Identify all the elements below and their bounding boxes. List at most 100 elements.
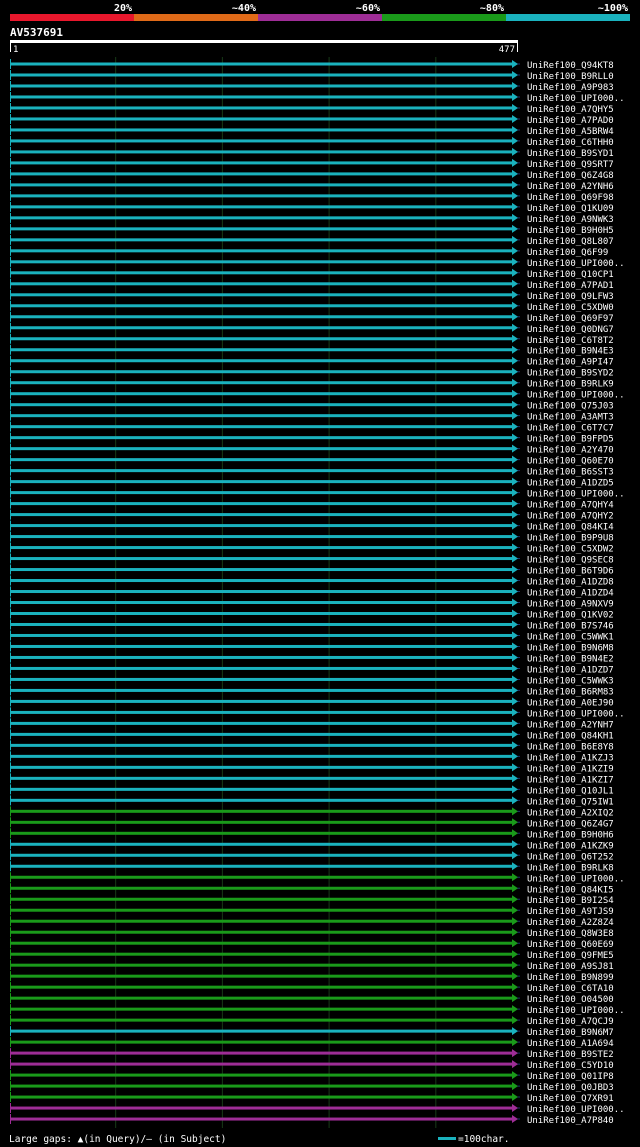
hit-row[interactable]: UniRef100_A9SJ81 [10, 960, 614, 972]
hit-label[interactable]: UniRef100_A9NWK3 [527, 215, 614, 225]
hit-label[interactable]: UniRef100_B9N6M7 [527, 1028, 614, 1038]
hit-row[interactable]: UniRef100_C6T8T2 [10, 333, 614, 346]
hit-row[interactable]: UniRef100_Q84KI5 [10, 883, 614, 895]
hit-row[interactable]: UniRef100_A1DZD8 [10, 575, 614, 588]
hit-label[interactable]: UniRef100_Q9FME5 [527, 951, 614, 961]
hit-label[interactable]: UniRef100_Q7XR91 [527, 1094, 614, 1104]
hit-row[interactable]: UniRef100_A1KZI7 [10, 773, 614, 785]
hit-row[interactable]: UniRef100_Q0JBD3 [10, 1081, 614, 1093]
hit-row[interactable]: UniRef100_C6THH0 [10, 135, 614, 148]
hit-row[interactable]: UniRef100_B9RLK9 [10, 377, 614, 390]
hit-row[interactable]: UniRef100_Q8W3E8 [10, 927, 614, 939]
hit-label[interactable]: UniRef100_C6T8T2 [527, 336, 614, 346]
hit-label[interactable]: UniRef100_Q10CP1 [527, 270, 614, 280]
hit-row[interactable]: UniRef100_B9I2S4 [10, 894, 614, 906]
hit-row[interactable]: UniRef100_A2XIQ2 [10, 806, 614, 818]
hit-label[interactable]: UniRef100_B9FPD5 [527, 435, 614, 445]
hit-label[interactable]: UniRef100_A7QHY5 [527, 105, 614, 115]
hit-label[interactable]: UniRef100_Q84KH1 [527, 731, 614, 741]
hit-row[interactable]: UniRef100_Q8L807 [10, 234, 614, 247]
hit-label[interactable]: UniRef100_Q01IP8 [527, 1072, 614, 1082]
hit-row[interactable]: UniRef100_Q69F97 [10, 311, 614, 324]
hit-label[interactable]: UniRef100_B9STE2 [527, 1050, 614, 1060]
hit-label[interactable]: UniRef100_A1DZD8 [527, 578, 614, 588]
hit-row[interactable]: UniRef100_Q01IP8 [10, 1070, 614, 1082]
hit-label[interactable]: UniRef100_A3AMT3 [527, 413, 614, 423]
hit-row[interactable]: UniRef100_A7QHY2 [10, 509, 614, 522]
hit-label[interactable]: UniRef100_Q6Z4G7 [527, 819, 614, 829]
hit-label[interactable]: UniRef100_Q69F97 [527, 314, 614, 324]
hit-label[interactable]: UniRef100_Q60E69 [527, 940, 614, 950]
hit-label[interactable]: UniRef100_A7QHY4 [527, 501, 614, 511]
hit-row[interactable]: UniRef100_Q6F99 [10, 245, 608, 258]
hit-label[interactable]: UniRef100_A1KZJ3 [527, 753, 614, 763]
hit-label[interactable]: UniRef100_A9PI47 [527, 358, 614, 368]
hit-row[interactable]: UniRef100_Q84KH1 [10, 729, 614, 741]
hit-label[interactable]: UniRef100_A1KZI7 [527, 775, 614, 785]
hit-label[interactable]: UniRef100_B6RM83 [527, 687, 614, 697]
hit-label[interactable]: UniRef100_A7QHY2 [527, 512, 614, 522]
hit-row[interactable]: UniRef100_A7PAD1 [10, 278, 614, 291]
hit-label[interactable]: UniRef100_B9P9U8 [527, 534, 614, 544]
hit-label[interactable]: UniRef100_B9SYD2 [527, 369, 614, 379]
hit-label[interactable]: UniRef100_C5YD10 [527, 1061, 614, 1071]
hit-row[interactable]: UniRef100_C5WWK1 [10, 630, 614, 642]
hit-label[interactable]: UniRef100_Q84KI5 [527, 885, 614, 895]
hit-label[interactable]: UniRef100_Q1KV02 [527, 611, 614, 621]
hit-label[interactable]: UniRef100_UPI000.. [527, 391, 625, 401]
hit-row[interactable]: UniRef100_B9H0H6 [10, 828, 614, 840]
hit-row[interactable]: UniRef100_B6T9D6 [10, 564, 614, 577]
hit-row[interactable]: UniRef100_Q84KI4 [10, 520, 614, 533]
hit-label[interactable]: UniRef100_Q1KU09 [527, 204, 614, 214]
hit-label[interactable]: UniRef100_C5WWK3 [527, 676, 614, 686]
hit-label[interactable]: UniRef100_A1A694 [527, 1039, 614, 1049]
hit-row[interactable]: UniRef100_UPI000.. [10, 1103, 625, 1115]
hit-label[interactable]: UniRef100_A9P983 [527, 83, 614, 93]
hit-label[interactable]: UniRef100_C6THH0 [527, 138, 614, 148]
hit-row[interactable]: UniRef100_B9STE2 [10, 1048, 614, 1060]
hit-row[interactable]: UniRef100_A9NXV9 [10, 597, 614, 610]
hit-row[interactable]: UniRef100_B9SYD2 [10, 366, 614, 379]
hit-row[interactable]: UniRef100_Q75IW1 [10, 795, 614, 807]
hit-label[interactable]: UniRef100_B7S746 [527, 621, 614, 631]
hit-row[interactable]: UniRef100_C5XDW2 [10, 542, 614, 555]
hit-row[interactable]: UniRef100_B9FPD5 [10, 432, 614, 445]
hit-row[interactable]: UniRef100_UPI000.. [10, 872, 625, 884]
hit-row[interactable]: UniRef100_B9N6M8 [10, 641, 614, 653]
hit-row[interactable]: UniRef100_A7P840 [10, 1114, 614, 1126]
hit-row[interactable]: UniRef100_A9PI47 [10, 355, 614, 368]
hit-label[interactable]: UniRef100_A1DZD4 [527, 589, 614, 599]
hit-row[interactable]: UniRef100_A9P983 [10, 80, 614, 93]
hit-row[interactable]: UniRef100_A9NWK3 [10, 212, 614, 225]
hit-row[interactable]: UniRef100_UPI000.. [10, 487, 625, 500]
hit-row[interactable]: UniRef100_A1KZK9 [10, 839, 614, 851]
hit-row[interactable]: UniRef100_A7QHY4 [10, 498, 614, 511]
hit-row[interactable]: UniRef100_Q75J03 [10, 399, 614, 412]
hit-label[interactable]: UniRef100_B9N4E2 [527, 654, 614, 664]
hit-row[interactable]: UniRef100_Q69F98 [10, 190, 614, 203]
hit-row[interactable]: UniRef100_A3AMT3 [10, 410, 614, 423]
hit-label[interactable]: UniRef100_UPI000.. [527, 1006, 625, 1016]
hit-row[interactable]: UniRef100_B6RM83 [10, 685, 614, 697]
hit-row[interactable]: UniRef100_B6SST3 [10, 465, 614, 478]
hit-label[interactable]: UniRef100_B6E8Y8 [527, 742, 614, 752]
hit-row[interactable]: UniRef100_A1KZJ3 [10, 751, 614, 763]
hit-label[interactable]: UniRef100_Q84KI4 [527, 523, 614, 533]
hit-label[interactable]: UniRef100_A2XIQ2 [527, 808, 614, 818]
hit-label[interactable]: UniRef100_A7PAD1 [527, 281, 614, 291]
hit-label[interactable]: UniRef100_A5BRW4 [527, 127, 614, 137]
hit-row[interactable]: UniRef100_Q10JL1 [10, 784, 614, 796]
hit-row[interactable]: UniRef100_B9N4E2 [10, 652, 614, 664]
hit-label[interactable]: UniRef100_Q8W3E8 [527, 929, 614, 939]
hit-label[interactable]: UniRef100_UPI000.. [527, 259, 625, 269]
hit-row[interactable]: UniRef100_A5BRW4 [10, 124, 614, 137]
hit-row[interactable]: UniRef100_C5XDW0 [10, 300, 614, 313]
hit-row[interactable]: UniRef100_B9H0H5 [10, 223, 614, 236]
hit-row[interactable]: UniRef100_B9N6M7 [10, 1026, 614, 1038]
hit-label[interactable]: UniRef100_Q6T252 [527, 852, 614, 862]
hit-row[interactable]: UniRef100_Q6Z4G7 [10, 817, 614, 829]
hit-label[interactable]: UniRef100_B9H0H6 [527, 830, 614, 840]
hit-label[interactable]: UniRef100_C5XDW0 [527, 303, 614, 313]
hit-row[interactable]: UniRef100_A1DZD4 [10, 586, 614, 599]
hit-row[interactable]: UniRef100_C5YD10 [10, 1059, 614, 1071]
